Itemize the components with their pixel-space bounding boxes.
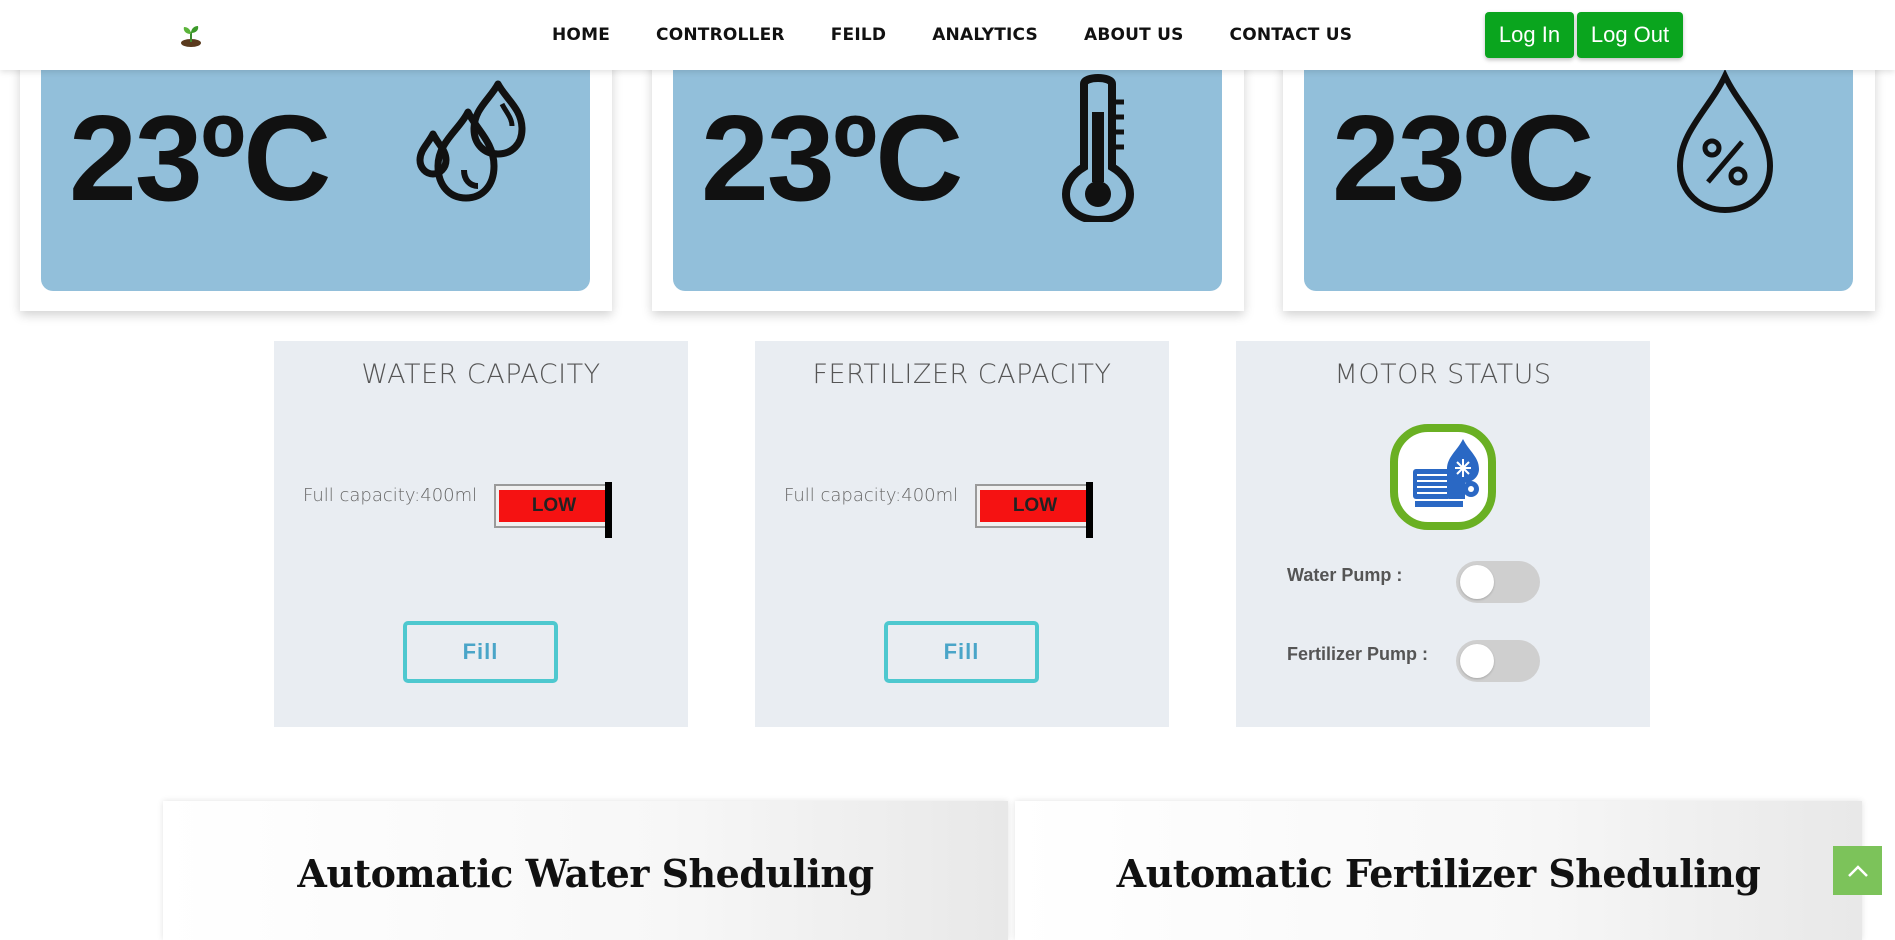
section-heading: Automatic Water Sheduling bbox=[297, 851, 874, 896]
panel-title: MOTOR STATUS bbox=[1334, 359, 1552, 390]
motor-pump-icon bbox=[1390, 424, 1496, 530]
nav-about-us[interactable]: ABOUT US bbox=[1084, 25, 1184, 45]
sensor-value: 23ºC bbox=[69, 90, 331, 226]
capacity-label: Full capacity:400ml bbox=[784, 485, 959, 506]
fertilizer-capacity-panel: FERTILIZER CAPACITY Full capacity:400ml … bbox=[755, 341, 1169, 727]
seedling-logo-icon[interactable] bbox=[178, 22, 204, 48]
panel-title: FERTILIZER CAPACITY bbox=[812, 359, 1112, 390]
fertilizer-pump-toggle[interactable] bbox=[1456, 640, 1540, 682]
sensor-value: 23ºC bbox=[1332, 90, 1594, 226]
level-indicator: LOW bbox=[980, 490, 1090, 522]
logout-button[interactable]: Log Out bbox=[1577, 12, 1683, 58]
login-button[interactable]: Log In bbox=[1485, 12, 1574, 58]
water-level-gauge: LOW bbox=[494, 482, 618, 538]
capacity-label: Full capacity:400ml bbox=[303, 485, 478, 506]
chevron-up-icon bbox=[1847, 864, 1868, 877]
fertilizer-pump-label: Fertilizer Pump : bbox=[1287, 644, 1429, 664]
sensor-card-moisture: 23ºC bbox=[20, 58, 612, 311]
navbar: HOME CONTROLLER FEILD ANALYTICS ABOUT US… bbox=[0, 0, 1895, 70]
nav-controller[interactable]: CONTROLLER bbox=[656, 25, 785, 45]
toggle-knob bbox=[1460, 565, 1494, 599]
water-pump-toggle[interactable] bbox=[1456, 561, 1540, 603]
section-heading: Automatic Fertilizer Sheduling bbox=[1116, 851, 1761, 896]
water-capacity-panel: WATER CAPACITY Full capacity:400ml LOW F… bbox=[274, 341, 688, 727]
nav-home[interactable]: HOME bbox=[552, 25, 610, 45]
water-fill-button[interactable]: Fill bbox=[403, 621, 558, 683]
nav-field[interactable]: FEILD bbox=[831, 25, 887, 45]
nav-analytics[interactable]: ANALYTICS bbox=[932, 25, 1038, 45]
toggle-knob bbox=[1460, 644, 1494, 678]
motor-status-panel: MOTOR STATUS Water Pump : Fertilizer Pum… bbox=[1236, 341, 1650, 727]
sensor-card-temperature: 23ºC bbox=[652, 58, 1244, 311]
gauge-end-cap bbox=[605, 482, 612, 538]
fertilizer-fill-button[interactable]: Fill bbox=[884, 621, 1039, 683]
thermometer-icon bbox=[1061, 74, 1135, 222]
water-drops-icon bbox=[416, 80, 526, 202]
gauge-end-cap bbox=[1086, 482, 1093, 538]
water-pump-label: Water Pump : bbox=[1287, 565, 1403, 585]
sensor-card-body: 23ºC bbox=[673, 58, 1222, 291]
water-scheduling-card: Automatic Water Sheduling bbox=[163, 801, 1008, 940]
sensor-card-humidity: 23ºC bbox=[1283, 58, 1875, 311]
nav-links: HOME CONTROLLER FEILD ANALYTICS ABOUT US… bbox=[552, 0, 1398, 70]
sensor-value: 23ºC bbox=[701, 90, 963, 226]
nav-contact-us[interactable]: CONTACT US bbox=[1230, 25, 1353, 45]
fertilizer-scheduling-card: Automatic Fertilizer Sheduling bbox=[1015, 801, 1862, 940]
sensor-card-body: 23ºC bbox=[41, 58, 590, 291]
panel-title: WATER CAPACITY bbox=[361, 359, 601, 390]
sensor-card-body: 23ºC bbox=[1304, 58, 1853, 291]
fertilizer-level-gauge: LOW bbox=[975, 482, 1099, 538]
scroll-to-top-button[interactable] bbox=[1833, 846, 1882, 895]
level-indicator: LOW bbox=[499, 490, 609, 522]
humidity-percent-icon bbox=[1676, 70, 1774, 214]
